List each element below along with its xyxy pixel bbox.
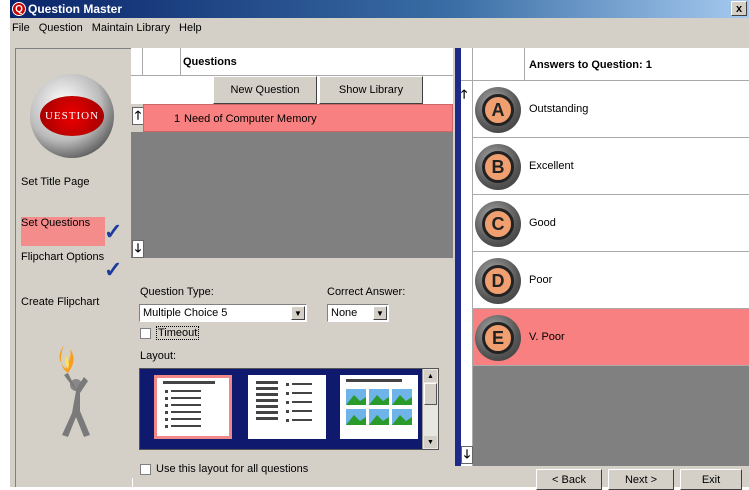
question-logo: UESTION [30,74,114,158]
answer-letter: D [482,265,514,297]
answer-text: Poor [529,274,553,286]
show-library-button[interactable]: Show Library [319,76,423,104]
layout-option-images[interactable] [340,375,418,439]
menu-bar: File Question Maintain Library Help [10,18,749,38]
question-text: Need of Computer Memory [184,113,317,125]
question-type-select[interactable]: Multiple Choice 5 ▼ [139,304,307,322]
answer-letter: A [482,94,514,126]
answers-title: Answers to Question: 1 [529,59,652,71]
answers-header: Answers to Question: 1 [461,48,749,81]
check-icon: ✓ [104,257,123,282]
app-logo-icon: Q [12,2,26,16]
scroll-thumb[interactable] [424,383,437,405]
main-area: UESTION Set Title Page Set Questions ✓ F… [10,38,749,490]
step-flipchart-options[interactable]: Flipchart Options [21,251,104,263]
timeout-label: Timeout [156,326,200,340]
correct-answer-value: None [331,307,358,319]
timeout-checkbox[interactable] [140,328,151,339]
questions-button-row: New Question Show Library [131,76,453,104]
layout-option-list[interactable] [154,375,232,439]
answer-row[interactable]: A Outstanding [473,81,749,138]
header-cell [473,48,525,81]
menu-file[interactable]: File [12,22,30,34]
answer-letter: E [482,322,514,354]
questions-header: Questions [131,48,453,104]
question-number: 1 [174,113,181,125]
questions-panel: Questions New Question Show Library 🡑 1 … [131,48,453,478]
answer-letter: C [482,208,514,240]
window-title: Question Master [28,2,123,16]
chevron-down-icon[interactable]: ▼ [373,306,387,320]
answer-text: Excellent [529,160,574,172]
answer-text: Outstanding [529,103,589,115]
scroll-down-arrow-icon[interactable]: 🡓 [132,240,144,258]
scroll-down-icon[interactable]: ▼ [424,436,437,448]
title-bar: Q Question Master x [10,0,749,18]
answer-row-selected[interactable]: E V. Poor [473,309,749,366]
columns-layout-icon [256,381,312,422]
check-icon: ✓ [104,219,123,244]
list-layout-icon [163,381,215,428]
figure-flame-icon [59,345,90,437]
answer-row[interactable]: B Excellent [473,138,749,195]
use-layout-all-checkbox[interactable] [140,464,151,475]
step-create-flipchart[interactable]: Create Flipchart [21,296,99,308]
layout-scrollbar[interactable]: ▲ ▼ [422,369,438,449]
question-options: Question Type: Multiple Choice 5 ▼ Corre… [131,276,453,478]
answer-row[interactable]: D Poor [473,252,749,309]
step-set-questions[interactable]: Set Questions [21,217,90,229]
scroll-down-arrow-icon[interactable]: 🡓 [461,446,473,464]
steps-panel: UESTION Set Title Page Set Questions ✓ F… [15,48,133,487]
use-layout-all-label: Use this layout for all questions [156,463,309,475]
layout-option-columns[interactable] [248,375,326,439]
logo-badge: UESTION [40,96,104,136]
scroll-up-icon[interactable]: ▲ [424,370,437,382]
questions-empty-area [131,132,453,258]
layout-label: Layout: [140,350,177,362]
step-set-title-page[interactable]: Set Title Page [21,176,90,188]
question-type-label: Question Type: [140,286,214,298]
question-type-value: Multiple Choice 5 [143,307,228,319]
new-question-button[interactable]: New Question [213,76,317,104]
answers-panel: Answers to Question: 1 🡑 A Outstanding B… [461,48,749,466]
menu-help[interactable]: Help [179,22,202,34]
header-cell [461,48,473,81]
layout-gallery: ▲ ▼ [139,368,439,450]
correct-answer-label: Correct Answer: [327,286,406,298]
answers-empty-area [473,366,749,466]
header-cell [131,48,143,76]
menu-maintain-library[interactable]: Maintain Library [92,22,170,34]
question-row[interactable]: 1 Need of Computer Memory [143,104,453,132]
answers-scroll-column: 🡑 [461,81,473,466]
questions-title: Questions [183,56,237,68]
answer-text: V. Poor [529,331,565,343]
chevron-down-icon[interactable]: ▼ [291,306,305,320]
answer-row[interactable]: C Good [473,195,749,252]
close-button[interactable]: x [731,1,747,16]
answer-text: Good [529,217,556,229]
letter-a-icon: A [475,87,521,133]
answer-letter: B [482,151,514,183]
scroll-up-arrow-icon[interactable]: 🡑 [461,85,467,106]
correct-answer-select[interactable]: None ▼ [327,304,389,322]
menu-question[interactable]: Question [39,22,83,34]
letter-c-icon: C [475,201,521,247]
letter-d-icon: D [475,258,521,304]
letter-b-icon: B [475,144,521,190]
image-grid-layout-icon [346,379,412,425]
letter-e-icon: E [475,315,521,361]
